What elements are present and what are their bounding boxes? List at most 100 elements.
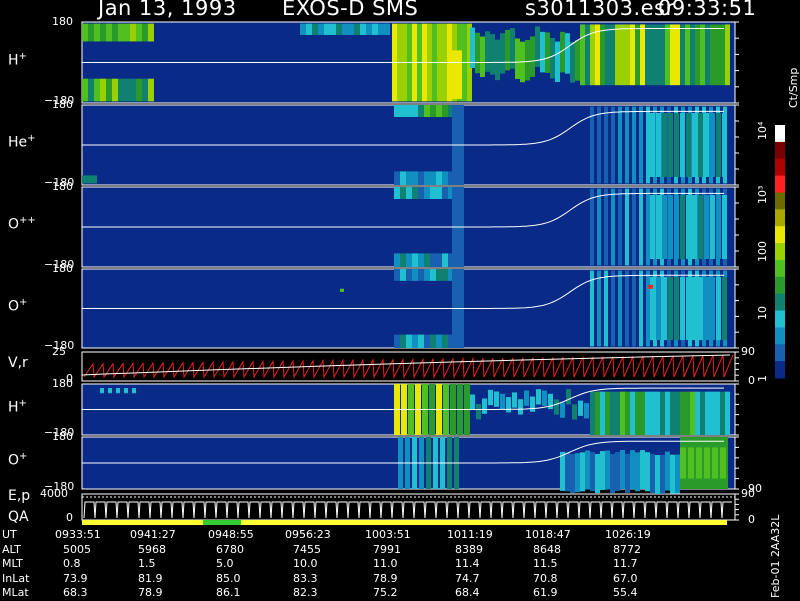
- spectrogram-cell: [600, 451, 605, 491]
- spectrogram-cell: [605, 450, 610, 490]
- spectrogram-cell: [668, 195, 673, 259]
- table-cell: 10.0: [293, 557, 318, 570]
- table-cell: 7991: [373, 542, 401, 556]
- spectrogram-cell: [690, 24, 695, 86]
- spectrogram-cell: [690, 391, 695, 435]
- spectrogram-cell: [584, 403, 589, 419]
- table-row-label: MLat: [2, 586, 29, 599]
- spectrogram-cell: [639, 270, 643, 347]
- spectrogram-cell: [430, 269, 436, 281]
- spectrogram-cell: [366, 23, 372, 35]
- spectrogram-cell: [430, 334, 436, 348]
- spectrogram-cell: [580, 452, 585, 492]
- colorbar-swatch: [775, 344, 785, 362]
- spectrogram-cell: [686, 276, 691, 341]
- spectrogram-cell: [662, 195, 667, 259]
- spectrogram-cell: [505, 29, 510, 71]
- spectrogram-cell: [512, 392, 517, 408]
- table-cell: 1.5: [138, 557, 156, 570]
- spectrogram-cell: [700, 24, 705, 86]
- spectrogram-cell: [442, 253, 448, 267]
- spectrogram-cell: [632, 188, 636, 266]
- spectrogram-cell: [655, 391, 660, 435]
- spectrogram-cell: [330, 23, 336, 35]
- spectrogram-cell: [566, 389, 571, 405]
- spectrogram-cell: [480, 36, 485, 78]
- spectrogram-cell: [92, 175, 97, 184]
- spectrogram-cell: [88, 23, 94, 42]
- spectrogram-cell: [640, 391, 645, 435]
- spectrogram-cell: [650, 453, 655, 493]
- table-cell: 67.0: [613, 571, 638, 585]
- table-cell: 83.3: [293, 571, 318, 585]
- spectrogram-cell: [108, 388, 112, 394]
- spectrogram-cell: [318, 23, 324, 35]
- spectrogram-cell: [550, 37, 555, 79]
- spectrogram-cell: [124, 78, 130, 102]
- spectrogram-cell: [680, 391, 685, 435]
- spectrogram-cell: [698, 276, 703, 341]
- spectrogram-cell: [632, 270, 636, 347]
- spectrogram-cell: [668, 113, 673, 177]
- spectrogram-cell: [554, 399, 559, 415]
- spectrogram-cell: [436, 171, 442, 185]
- spectrogram-cell: [394, 334, 400, 348]
- spectrogram-cell: [424, 269, 430, 281]
- spectrogram-cell: [87, 175, 92, 184]
- table-cell: 70.8: [533, 571, 558, 585]
- spectrogram-cell: [430, 253, 436, 267]
- spectrogram-cell: [725, 391, 730, 435]
- spectrogram-cell: [482, 398, 487, 414]
- colorbar-swatch: [775, 125, 785, 143]
- spectrogram-cell: [82, 23, 88, 42]
- spectrogram-cell: [674, 113, 679, 177]
- spectrogram-cell: [710, 276, 715, 341]
- spectrogram-cell: [720, 391, 725, 435]
- panel-label-o-plusplus: O++: [8, 215, 36, 233]
- spectrogram-cell: [716, 276, 721, 341]
- spectrogram-cell: [610, 24, 615, 86]
- spectrogram-cell: [635, 24, 640, 86]
- spectrogram-cell: [597, 270, 601, 347]
- spectrogram-cell: [560, 402, 565, 418]
- spectrogram-cell: [590, 188, 594, 266]
- spectrogram-cell: [424, 253, 430, 267]
- table-cell: 11.5: [533, 557, 558, 570]
- spectrogram-cell: [430, 105, 436, 117]
- spectrogram-cell: [625, 188, 629, 266]
- spectrogram-cell: [715, 24, 720, 86]
- spectrogram-cell: [656, 195, 661, 259]
- spectrogram-cell: [595, 24, 600, 86]
- spectrogram-cell: [418, 269, 424, 281]
- spectrogram-cell: [555, 41, 560, 83]
- table-row-label: ALT: [2, 542, 21, 556]
- colorbar-swatch: [775, 175, 785, 193]
- spectrogram-cell: [692, 276, 697, 341]
- colorbar-swatch: [775, 327, 785, 345]
- panel-label-h-plus-1: H+: [8, 50, 27, 69]
- spectrogram-cell: [394, 253, 400, 267]
- table-cell: 74.7: [455, 571, 480, 585]
- spectrogram-cell: [525, 39, 530, 81]
- spectrogram-cell: [605, 391, 610, 435]
- spectrogram-cell: [488, 389, 493, 406]
- table-cell: 85.0: [216, 571, 241, 585]
- spectrogram-cell: [696, 447, 702, 479]
- spectrogram-cell: [82, 78, 88, 102]
- colorbar-tick-label: 10⁴: [756, 121, 769, 140]
- y-tick-top: 180: [52, 98, 73, 111]
- spectrogram-cell: [324, 23, 330, 35]
- table-cell: 81.9: [138, 571, 163, 585]
- spectrogram-cell: [436, 253, 442, 267]
- spectrogram-cell: [116, 388, 120, 394]
- spectrogram-cell: [430, 171, 436, 185]
- table-cell: 68.4: [455, 586, 480, 599]
- spectrogram-cell: [675, 24, 680, 86]
- table-cell: 5.0: [216, 557, 234, 570]
- table-cell: 5968: [138, 542, 166, 556]
- table-cell: 1003:51: [365, 528, 411, 541]
- table-cell: 55.4: [613, 586, 638, 599]
- spectrogram-cell: [597, 188, 601, 266]
- colorbar-swatch: [775, 192, 785, 210]
- spectrogram-cell: [639, 106, 643, 184]
